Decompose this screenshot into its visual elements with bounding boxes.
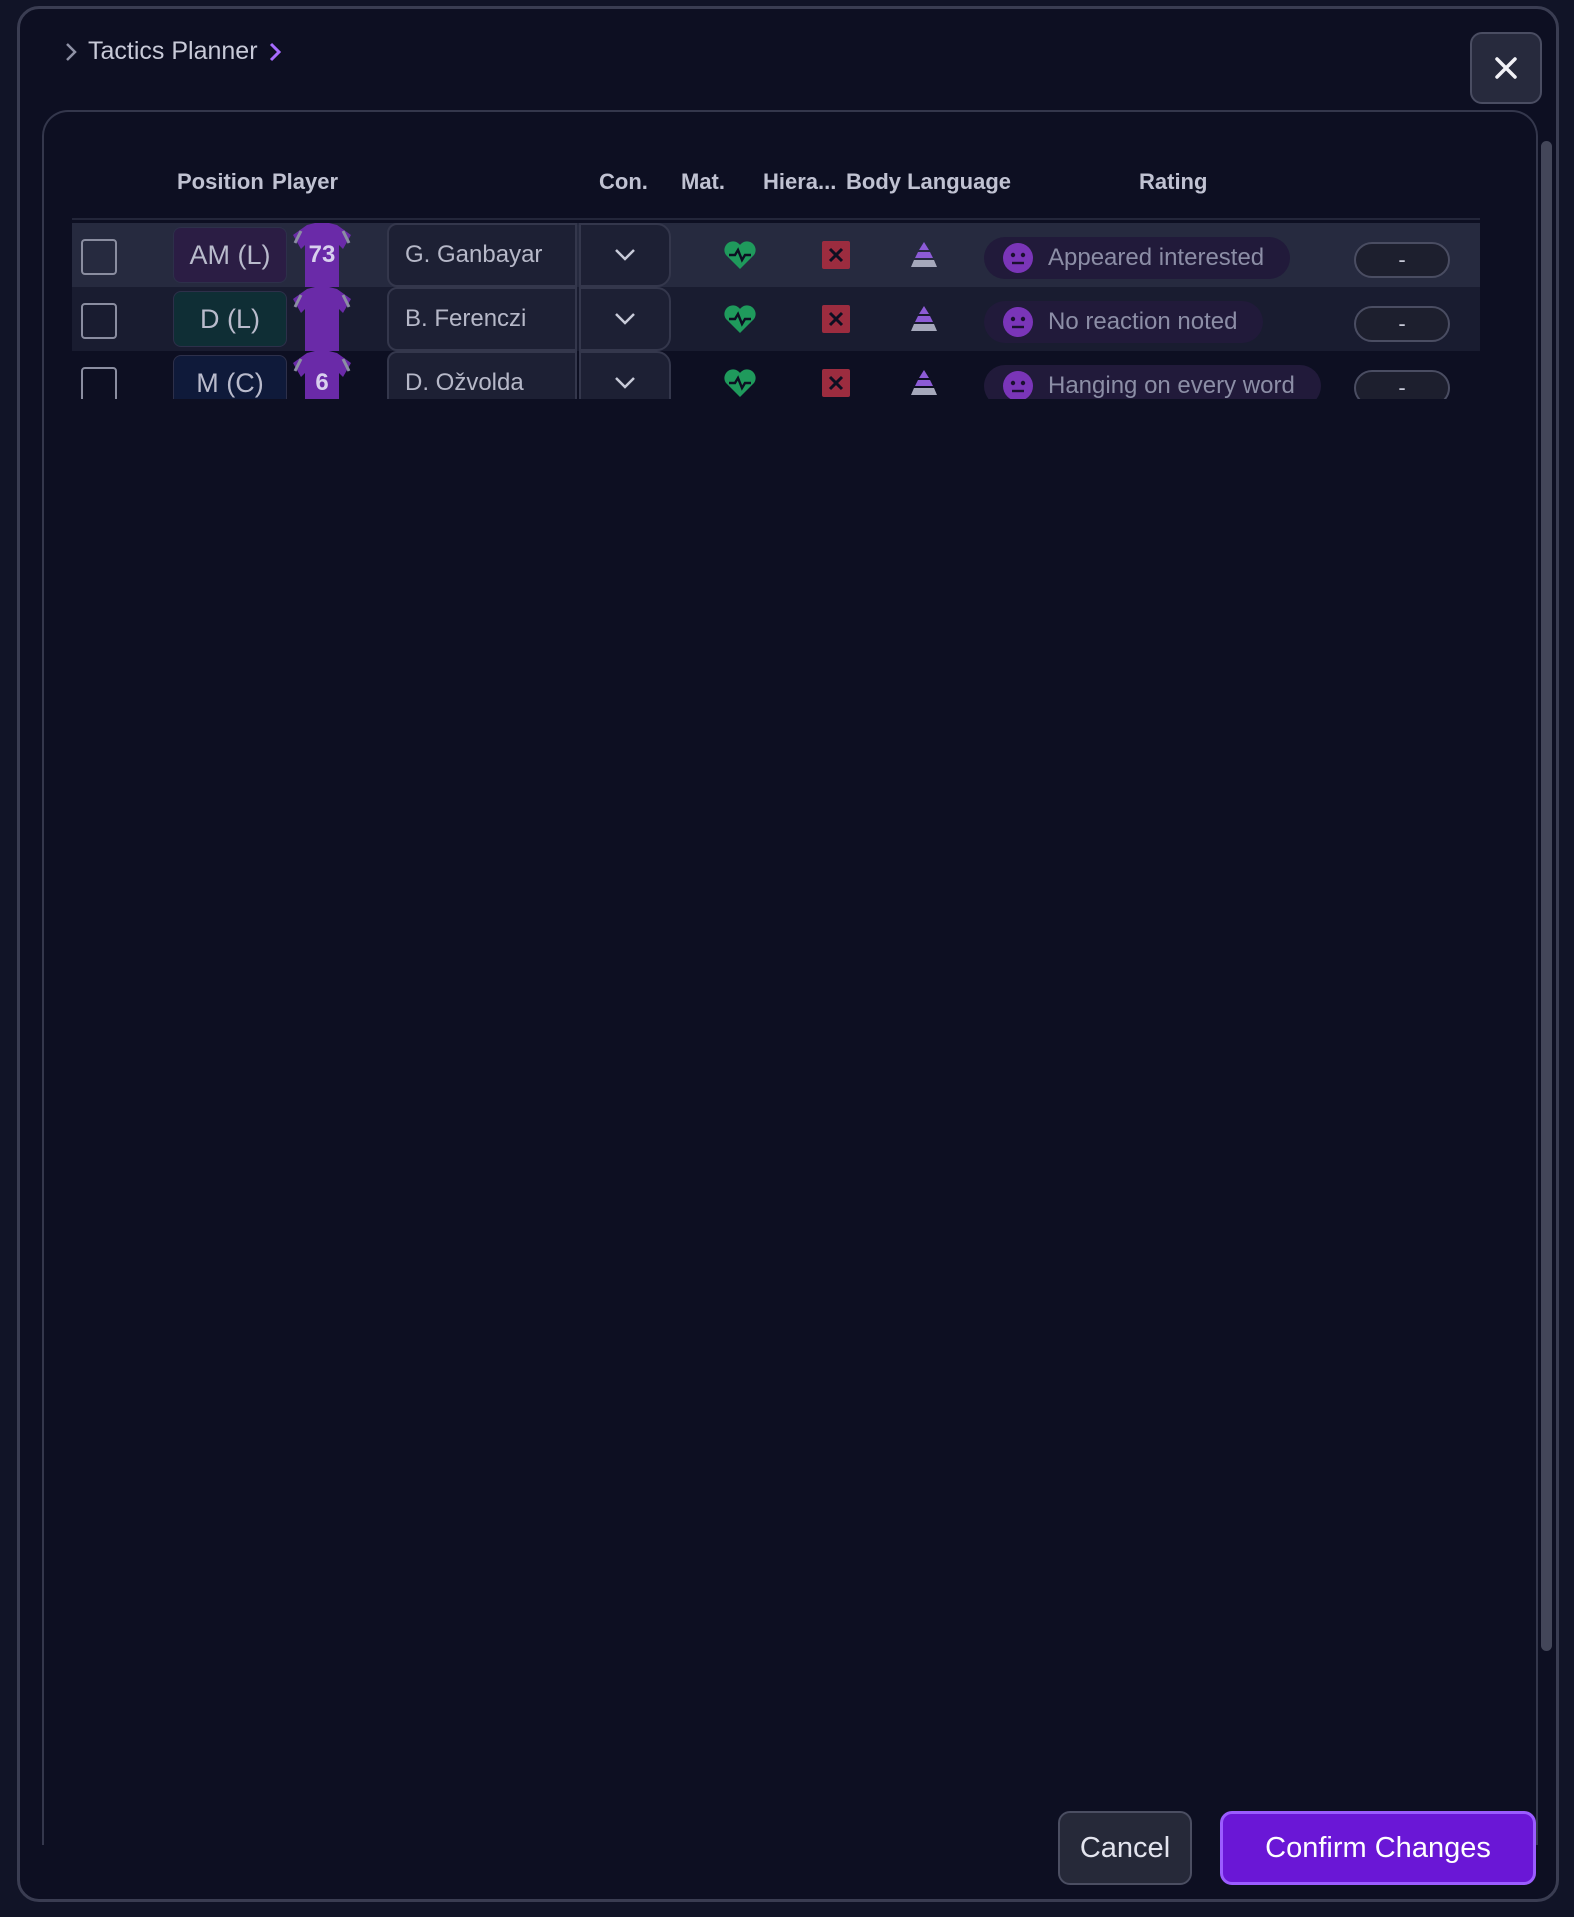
player-dropdown-button[interactable] — [579, 351, 671, 399]
chevron-right-icon — [66, 42, 77, 61]
breadcrumb: Tactics Planner — [64, 37, 282, 66]
heart-pulse-icon — [724, 305, 756, 333]
column-header-mat[interactable]: Mat. — [681, 169, 725, 195]
heart-pulse-icon — [724, 241, 756, 269]
close-button[interactable] — [1470, 32, 1542, 104]
players-table-panel: Position Player Con. Mat. Hiera... Body … — [42, 110, 1538, 1845]
body-language-badge: Hanging on every word — [984, 365, 1321, 399]
rating-badge: - — [1354, 370, 1450, 399]
player-select[interactable]: D. Ožvolda — [387, 351, 577, 399]
neutral-face-icon — [1003, 243, 1033, 273]
player-dropdown-button[interactable] — [579, 223, 671, 287]
table-row[interactable]: M (C) 6 D. Ožvolda Hanging on every word… — [72, 351, 1480, 399]
heart-pulse-icon — [724, 369, 756, 397]
close-icon — [1495, 57, 1517, 79]
position-badge: D (L) — [173, 291, 287, 347]
header-divider — [72, 218, 1480, 220]
cancel-button[interactable]: Cancel — [1058, 1811, 1192, 1885]
shirt-number: 73 — [308, 241, 336, 268]
player-dropdown-button[interactable] — [579, 287, 671, 351]
position-badge: M (C) — [173, 355, 287, 399]
scrollbar[interactable] — [1541, 141, 1552, 1651]
row-checkbox[interactable] — [81, 367, 117, 399]
position-badge: AM (L) — [173, 227, 287, 283]
row-checkbox[interactable] — [81, 239, 117, 275]
player-select[interactable]: G. Ganbayar — [387, 223, 577, 287]
confirm-changes-button[interactable]: Confirm Changes — [1220, 1811, 1536, 1885]
row-checkbox[interactable] — [81, 303, 117, 339]
rating-badge: - — [1354, 306, 1450, 342]
body-language-text: No reaction noted — [1048, 308, 1238, 335]
column-header-position[interactable]: Position — [177, 169, 264, 195]
shirt-icon — [287, 287, 363, 351]
table-row[interactable]: D (L) B. Ferenczi No reaction noted - — [72, 287, 1480, 351]
table-row[interactable]: AM (L) 73 G. Ganbayar Appeared intereste… — [72, 223, 1480, 287]
chevron-down-icon — [615, 377, 635, 389]
chevron-down-icon — [615, 313, 635, 325]
column-header-body-language[interactable]: Body Language — [846, 169, 1011, 195]
neutral-face-icon — [1003, 371, 1033, 399]
body-language-text: Hanging on every word — [1048, 372, 1295, 399]
tactics-planner-dialog: Tactics Planner Position Player Con. Mat… — [17, 6, 1559, 1902]
hierarchy-pyramid-icon — [911, 242, 937, 267]
chevron-right-icon[interactable] — [268, 41, 282, 63]
body-language-badge: No reaction noted — [984, 301, 1264, 343]
breadcrumb-title[interactable]: Tactics Planner — [88, 37, 258, 66]
column-header-con[interactable]: Con. — [599, 169, 648, 195]
body-language-text: Appeared interested — [1048, 244, 1265, 271]
unfit-cross-icon — [822, 305, 850, 333]
column-header-player[interactable]: Player — [272, 169, 338, 195]
player-select[interactable]: B. Ferenczi — [387, 287, 577, 351]
neutral-face-icon — [1003, 307, 1033, 337]
table-header: Position Player Con. Mat. Hiera... Body … — [44, 169, 1536, 209]
shirt-icon: 73 — [287, 223, 363, 287]
body-language-badge: Appeared interested — [984, 237, 1291, 279]
unfit-cross-icon — [822, 241, 850, 269]
shirt-number: 6 — [315, 369, 329, 396]
shirt-icon: 6 — [287, 351, 363, 399]
rating-badge: - — [1354, 242, 1450, 278]
hierarchy-pyramid-icon — [911, 370, 937, 395]
column-header-hierarchy[interactable]: Hiera... — [763, 169, 836, 195]
chevron-down-icon — [615, 249, 635, 261]
hierarchy-pyramid-icon — [911, 306, 937, 331]
unfit-cross-icon — [822, 369, 850, 397]
column-header-rating[interactable]: Rating — [1139, 169, 1207, 195]
